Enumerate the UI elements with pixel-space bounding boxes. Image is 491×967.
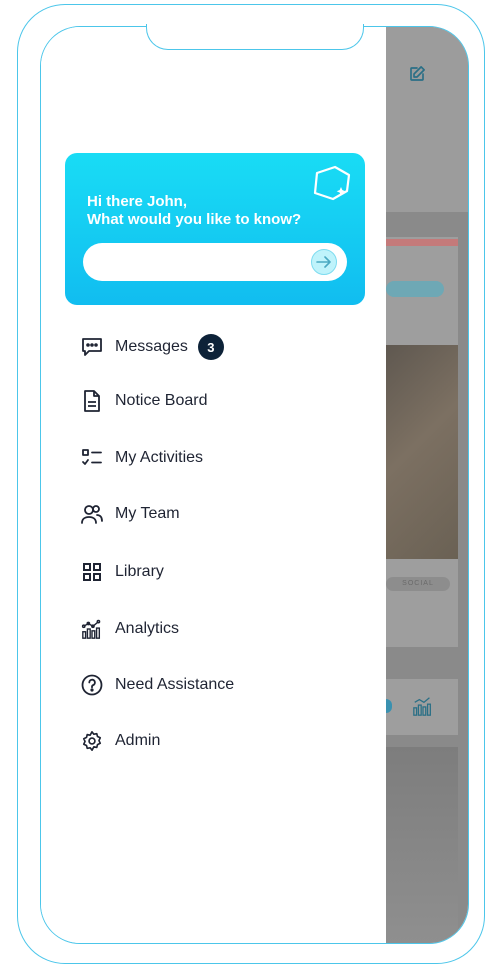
menu-item-analytics[interactable]: Analytics bbox=[81, 615, 321, 643]
document-icon bbox=[81, 390, 103, 412]
checklist-icon bbox=[81, 447, 103, 469]
assistant-logo-icon bbox=[313, 165, 351, 201]
menu-item-library[interactable]: Library bbox=[81, 558, 321, 586]
menu-item-notice-board[interactable]: Notice Board bbox=[81, 387, 321, 415]
message-icon bbox=[81, 336, 103, 358]
menu-item-need-assistance[interactable]: Need Assistance bbox=[81, 671, 321, 699]
phone-notch bbox=[146, 24, 364, 50]
menu-item-label: My Activities bbox=[115, 449, 204, 466]
menu-item-label: Library bbox=[115, 563, 164, 580]
team-icon bbox=[81, 503, 103, 525]
menu-item-label: Analytics bbox=[115, 620, 180, 637]
social-tag: SOCIAL bbox=[386, 577, 450, 591]
menu-item-label: Notice Board bbox=[115, 392, 208, 409]
menu-item-label: Need Assistance bbox=[115, 676, 235, 693]
gear-icon bbox=[81, 730, 103, 752]
analytics-icon bbox=[81, 618, 103, 640]
analytics-icon bbox=[413, 697, 431, 716]
menu-item-messages[interactable]: Messages 3 bbox=[81, 333, 321, 361]
menu-item-label: Admin bbox=[115, 732, 161, 749]
assistant-send-button[interactable] bbox=[311, 249, 337, 275]
background-header bbox=[386, 27, 468, 212]
assistant-prompt: What would you like to know? bbox=[87, 211, 302, 228]
assistant-question-input[interactable] bbox=[83, 243, 347, 281]
unread-count-badge: 3 bbox=[197, 334, 224, 360]
assistant-card: Hi there John, What would you like to kn… bbox=[65, 153, 365, 305]
menu-item-label: Messages bbox=[115, 338, 188, 355]
menu-item-my-team[interactable]: My Team bbox=[81, 500, 321, 528]
card-photo bbox=[386, 345, 458, 559]
grid-icon bbox=[81, 561, 103, 583]
phone-screen: SOCIAL Hi there John, What would you lik… bbox=[40, 26, 469, 944]
menu-item-my-activities[interactable]: My Activities bbox=[81, 444, 321, 472]
background-photo-2 bbox=[386, 747, 458, 943]
help-icon bbox=[81, 674, 103, 696]
arrow-right-icon bbox=[316, 256, 331, 268]
edit-icon bbox=[410, 66, 425, 81]
card-accent-line bbox=[386, 239, 458, 246]
menu-item-label: My Team bbox=[115, 505, 180, 522]
menu-item-admin[interactable]: Admin bbox=[81, 727, 321, 755]
navigation-drawer: Hi there John, What would you like to kn… bbox=[41, 27, 386, 943]
card-title-placeholder bbox=[386, 281, 444, 297]
